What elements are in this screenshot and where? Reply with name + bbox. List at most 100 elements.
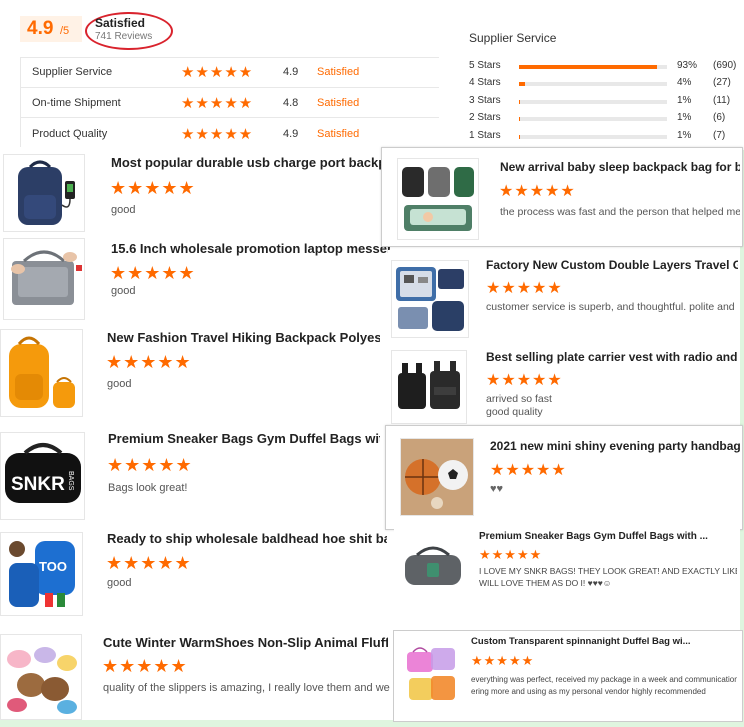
product-thumbnail[interactable] [402,637,460,709]
rating-bar [519,135,667,139]
star-count: (690) [713,60,737,71]
star-percent: 1% [677,95,692,106]
review-title[interactable]: Premium Sneaker Bags Gym Duffel Bags wit… [108,431,380,446]
review-title[interactable]: Most popular durable usb charge port bac… [111,155,390,170]
rating-bar [519,65,667,69]
metric-row: Supplier Service ★★★★★ 4.9 Satisfied [20,57,439,87]
review-comment: customer service is superb, and thoughtf… [486,301,738,313]
product-thumbnail[interactable]: TOO [0,532,83,616]
baby-sleep-backpack-image [402,167,474,231]
review-card[interactable]: 2021 new mini shiny evening party handba… [385,425,743,530]
review-title[interactable]: New arrival baby sleep backpack bag for … [500,160,740,174]
review-stars: ★★★★★ [102,656,188,676]
review-card[interactable]: Factory New Custom Double Layers Travel … [388,250,740,344]
review-comment-line-2: WILL LOVE THEM AS DO I! ♥♥♥☺ [479,578,612,588]
metric-label: Product Quality [32,128,108,140]
product-thumbnail[interactable] [400,438,474,516]
review-stars: ★★★★★ [486,372,563,389]
review-stars: ★★★★★ [490,462,567,479]
star-count: (27) [713,77,731,88]
review-comment: everything was perfect, received my pack… [471,675,737,684]
metric-status: Satisfied [317,128,360,140]
overall-score: 4.9 [27,18,54,39]
ball-handbags-image [401,439,473,515]
rating-bar [519,117,667,121]
review-card[interactable]: Cute Winter WarmShoes Non-Slip Animal Fl… [0,628,392,720]
star-percent: 1% [677,112,692,123]
review-comment: I LOVE MY SNKR BAGS! THEY LOOK GREAT! AN… [479,566,737,576]
review-title[interactable]: Best selling plate carrier vest with rad… [486,350,738,364]
review-card[interactable]: 15.6 Inch wholesale promotion laptop mes… [0,234,392,324]
grey-gym-duffel-image [405,546,461,585]
review-stars: ★★★★★ [486,280,563,297]
travel-gadget-organizer-image [396,267,464,331]
fluffy-slippers-image [7,647,77,714]
review-card[interactable]: Custom Transparent spinnanight Duffel Ba… [393,630,743,722]
review-card[interactable]: New arrival baby sleep backpack bag for … [381,147,743,247]
distribution-row: 2 Stars 1% (6) [469,110,744,127]
rating-bar-fill [519,100,521,104]
review-card[interactable]: Most popular durable usb charge port bac… [0,148,392,234]
star-label: 3 Stars [469,95,501,106]
star-percent: 1% [677,130,692,141]
distribution-row: 4 Stars 4% (27) [469,75,744,92]
review-card[interactable]: Best selling plate carrier vest with rad… [388,344,740,426]
product-thumbnail[interactable] [3,238,85,320]
review-card[interactable]: SNKR BAGS Premium Sneaker Bags Gym Duffe… [0,424,392,524]
review-card[interactable]: Premium Sneaker Bags Gym Duffel Bags wit… [394,528,740,620]
metric-label: Supplier Service [32,66,113,78]
product-thumbnail[interactable] [391,350,467,424]
metric-row: Product Quality ★★★★★ 4.9 Satisfied [20,117,439,147]
metric-score: 4.9 [283,66,299,78]
review-stars: ★★★★★ [107,455,193,475]
review-title[interactable]: Custom Transparent spinnanight Duffel Ba… [471,636,737,647]
review-stars: ★★★★★ [106,553,192,573]
orange-hiking-backpack-image [9,336,75,408]
star-count: (7) [713,130,726,141]
metric-stars: ★★★★★ [181,64,254,81]
blue-backpacks-image: TOO [9,541,75,607]
review-comment: good [111,204,136,216]
black-snkr-duffel-image: SNKR BAGS [5,443,81,503]
review-comment: Bags look great! [108,482,188,494]
review-comment: ♥♥ [490,483,504,495]
product-thumbnail[interactable] [391,260,469,338]
review-card[interactable]: New Fashion Travel Hiking Backpack Polye… [0,324,392,424]
navy-backpack-usb-image [18,160,75,225]
star-count: (6) [713,112,726,123]
review-title[interactable]: New Fashion Travel Hiking Backpack Polye… [107,330,380,345]
product-thumbnail[interactable] [3,154,85,232]
review-stars: ★★★★★ [471,653,535,668]
review-title[interactable]: 15.6 Inch wholesale promotion laptop mes… [111,241,390,256]
star-percent: 93% [677,60,698,71]
review-count: 741 Reviews [95,31,153,42]
product-thumbnail[interactable] [0,329,83,417]
review-title[interactable]: 2021 new mini shiny evening party handba… [490,439,740,453]
star-label: 2 Stars [469,112,501,123]
metric-stars: ★★★★★ [181,126,254,143]
svg-text:BAGS: BAGS [67,471,74,491]
review-comment: arrived so fast [486,393,552,405]
product-thumbnail[interactable]: SNKR BAGS [0,432,85,520]
rating-bar-fill [519,117,521,121]
review-title[interactable]: Factory New Custom Double Layers Travel … [486,258,738,272]
metric-row: On-time Shipment ★★★★★ 4.8 Satisfied [20,87,439,117]
review-title[interactable]: Cute Winter WarmShoes Non-Slip Animal Fl… [103,635,388,650]
svg-text:SNKR: SNKR [11,474,65,495]
distribution-row: 3 Stars 1% (11) [469,93,744,110]
product-thumbnail[interactable] [0,634,82,720]
star-distribution: 5 Stars 93% (690) 4 Stars 4% (27) 3 Star… [469,58,744,148]
review-comment-line-2: good quality [486,406,543,418]
review-title[interactable]: Ready to ship wholesale baldhead hoe shi… [107,531,387,546]
score-suffix: /5 [60,25,70,37]
product-thumbnail[interactable] [398,536,468,596]
review-title[interactable]: Premium Sneaker Bags Gym Duffel Bags wit… [479,531,737,542]
distribution-row: 1 Stars 1% (7) [469,128,744,145]
metrics-table: Supplier Service ★★★★★ 4.9 Satisfied On-… [20,57,439,147]
rating-bar-fill [519,82,525,86]
review-stars: ★★★★★ [106,352,192,372]
product-thumbnail[interactable] [397,158,479,240]
review-card[interactable]: TOO Ready to ship wholesale baldhead hoe… [0,524,392,620]
review-stars: ★★★★★ [110,263,196,283]
star-label: 1 Stars [469,130,501,141]
